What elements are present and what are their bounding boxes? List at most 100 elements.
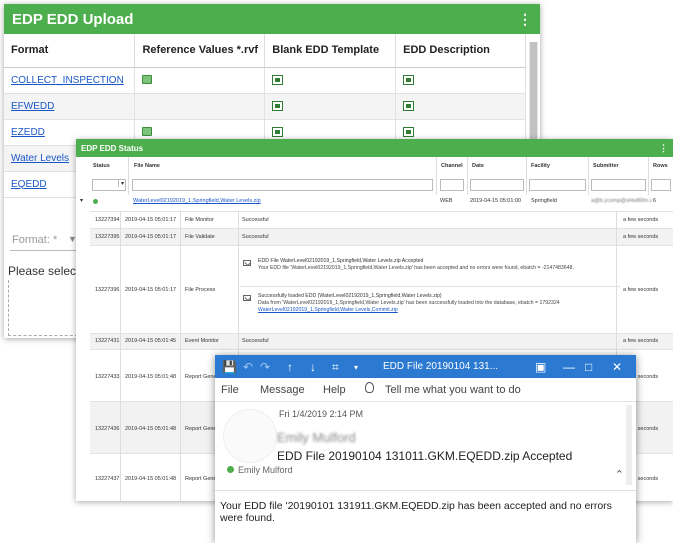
- lightbulb-icon[interactable]: [365, 382, 374, 393]
- message-title: Successfully loaded EDD (WaterLevel02192…: [258, 293, 442, 299]
- sender-small-name[interactable]: Emily Mulford: [238, 465, 293, 475]
- please-select-text: Please select: [8, 264, 80, 278]
- detail-ago: a few seconds: [623, 234, 659, 240]
- detail-date: 2019-04-15 05:01:17: [125, 217, 177, 223]
- rows-filter[interactable]: [651, 179, 671, 191]
- facility-filter[interactable]: [529, 179, 586, 191]
- format-link[interactable]: EFWEDD: [11, 101, 54, 112]
- sender-icon[interactable]: ⌗: [332, 360, 339, 375]
- close-icon[interactable]: ✕: [612, 360, 622, 374]
- status-menu-icon[interactable]: ⋮: [659, 143, 668, 154]
- format-select-label[interactable]: Format: *: [12, 234, 57, 246]
- submitter-filter[interactable]: [591, 179, 646, 191]
- col-format: Format: [4, 34, 136, 68]
- email-datetime: Fri 1/4/2019 2:14 PM: [279, 409, 364, 419]
- upload-header: EDP EDD Upload ⋮: [4, 4, 540, 34]
- quick-access-dropdown-icon[interactable]: ▾: [354, 363, 358, 372]
- sender-name[interactable]: Emily Mulford: [277, 430, 356, 445]
- undo-icon[interactable]: ↶: [243, 360, 253, 374]
- detail-ago: a few seconds: [623, 338, 659, 344]
- detail-id: 13227395: [95, 234, 120, 240]
- excel-description-icon[interactable]: [403, 74, 415, 85]
- status-filter-select[interactable]: ▾: [92, 179, 126, 191]
- status-main-row[interactable]: ▾ WaterLevel02192019_1,Springfield,Water…: [76, 195, 673, 207]
- format-select-underline: [10, 250, 78, 251]
- email-menubar: File Message Help Tell me what you want …: [215, 378, 636, 402]
- col-rows[interactable]: Rows: [650, 157, 668, 178]
- down-arrow-icon[interactable]: ↓: [310, 360, 316, 374]
- excel-description-icon[interactable]: [403, 100, 415, 111]
- detail-id: 13227436: [95, 426, 120, 432]
- status-detail-row: 13227395 2019-04-15 05:01:17 File Valida…: [90, 228, 673, 245]
- menu-message[interactable]: Message: [260, 384, 305, 396]
- save-icon[interactable]: 💾: [222, 360, 237, 374]
- detail-step: Report Gene: [185, 426, 217, 432]
- redo-icon[interactable]: ↷: [260, 360, 270, 374]
- excel-template-icon[interactable]: [272, 100, 284, 111]
- file-drop-zone[interactable]: [8, 280, 78, 336]
- email-body: Your EDD file '20190101 131911.GKM.EQEDD…: [220, 500, 612, 524]
- col-reference-values: Reference Values *.rvf: [134, 34, 266, 68]
- rvf-file-icon[interactable]: [142, 75, 153, 85]
- excel-template-icon[interactable]: [272, 126, 284, 137]
- ribbon-display-icon[interactable]: ▣: [535, 360, 546, 374]
- file-name-link[interactable]: WaterLevel02192019_1,Springfield,Water L…: [133, 198, 261, 204]
- channel-value: WEB: [440, 198, 453, 204]
- status-header: EDP EDD Status ⋮: [76, 139, 673, 157]
- message-body: Data from 'WaterLevel02192019_1,Springfi…: [258, 300, 560, 306]
- detail-step: File Monitor: [185, 217, 214, 223]
- format-link[interactable]: COLLECT_INSPECTION: [11, 75, 124, 86]
- collapse-icon[interactable]: ▾: [80, 197, 83, 204]
- col-status[interactable]: Status: [90, 157, 110, 178]
- maximize-icon[interactable]: □: [585, 360, 592, 374]
- format-link[interactable]: EZEDD: [11, 127, 45, 138]
- accepted-message: EDD File WaterLevel02192019_1,Springfiel…: [258, 258, 618, 272]
- channel-filter[interactable]: [440, 179, 464, 191]
- minimize-icon[interactable]: —: [563, 360, 575, 374]
- message-title: EDD File WaterLevel02192019_1,Springfiel…: [258, 258, 424, 264]
- detail-step: Report Gene: [185, 374, 217, 380]
- col-facility[interactable]: Facility: [528, 157, 550, 178]
- detail-result: Successful: [242, 234, 269, 240]
- email-scrollbar[interactable]: [626, 405, 632, 485]
- excel-template-icon[interactable]: [272, 74, 284, 85]
- upload-title: EDP EDD Upload: [12, 10, 134, 28]
- col-channel[interactable]: Channel: [438, 157, 463, 178]
- format-link[interactable]: EQEDD: [11, 179, 47, 190]
- email-window-title: EDD File 20190104 131...: [383, 361, 499, 372]
- status-detail-row: 13227394 2019-04-15 05:01:17 File Monito…: [90, 211, 673, 228]
- col-file-name[interactable]: File Name: [131, 157, 160, 178]
- presence-status-icon: [227, 466, 234, 473]
- chevron-up-icon[interactable]: ⌃: [615, 468, 624, 481]
- header-divider: [215, 490, 636, 491]
- email-subject: EDD File 20190104 131011.GKM.EQEDD.zip A…: [277, 449, 573, 463]
- detail-ago: a few seconds: [623, 287, 659, 293]
- menu-help[interactable]: Help: [323, 384, 346, 396]
- upload-menu-icon[interactable]: ⋮: [518, 11, 532, 28]
- sender-avatar: [223, 409, 277, 463]
- col-submitter[interactable]: Submitter: [590, 157, 619, 178]
- up-arrow-icon[interactable]: ↑: [287, 360, 293, 374]
- rvf-file-icon[interactable]: [142, 127, 153, 137]
- menu-file[interactable]: File: [221, 384, 239, 396]
- status-detail-row: 13227431 2019-04-15 05:01:45 Event Monit…: [90, 333, 673, 349]
- date-filter[interactable]: [470, 179, 524, 191]
- detail-date: 2019-04-15 05:01:48: [125, 374, 177, 380]
- status-title: EDP EDD Status: [81, 143, 144, 153]
- detail-id: 13227433: [95, 374, 120, 380]
- col-date[interactable]: Date: [469, 157, 484, 178]
- mail-icon: [243, 295, 251, 301]
- detail-id: 13227431: [95, 338, 120, 344]
- detail-result: Successful: [242, 217, 269, 223]
- col-edd-description: EDD Description: [395, 34, 526, 68]
- file-name-filter[interactable]: [132, 179, 433, 191]
- format-link[interactable]: Water Levels: [11, 153, 69, 164]
- status-detail-row: 13227396 2019-04-15 05:01:17 File Proces…: [90, 245, 673, 333]
- excel-description-icon[interactable]: [403, 126, 415, 137]
- tell-me-search[interactable]: Tell me what you want to do: [385, 384, 521, 396]
- chevron-down-icon[interactable]: ▾: [117, 180, 124, 187]
- table-row: EFWEDD: [4, 93, 526, 120]
- rows-value: 6: [653, 198, 657, 204]
- commit-file-link[interactable]: WaterLevel02192019_1,Springfield,Water L…: [258, 307, 398, 313]
- submitter-value: a@b.ycomp@sHwB0m.c: [591, 198, 653, 204]
